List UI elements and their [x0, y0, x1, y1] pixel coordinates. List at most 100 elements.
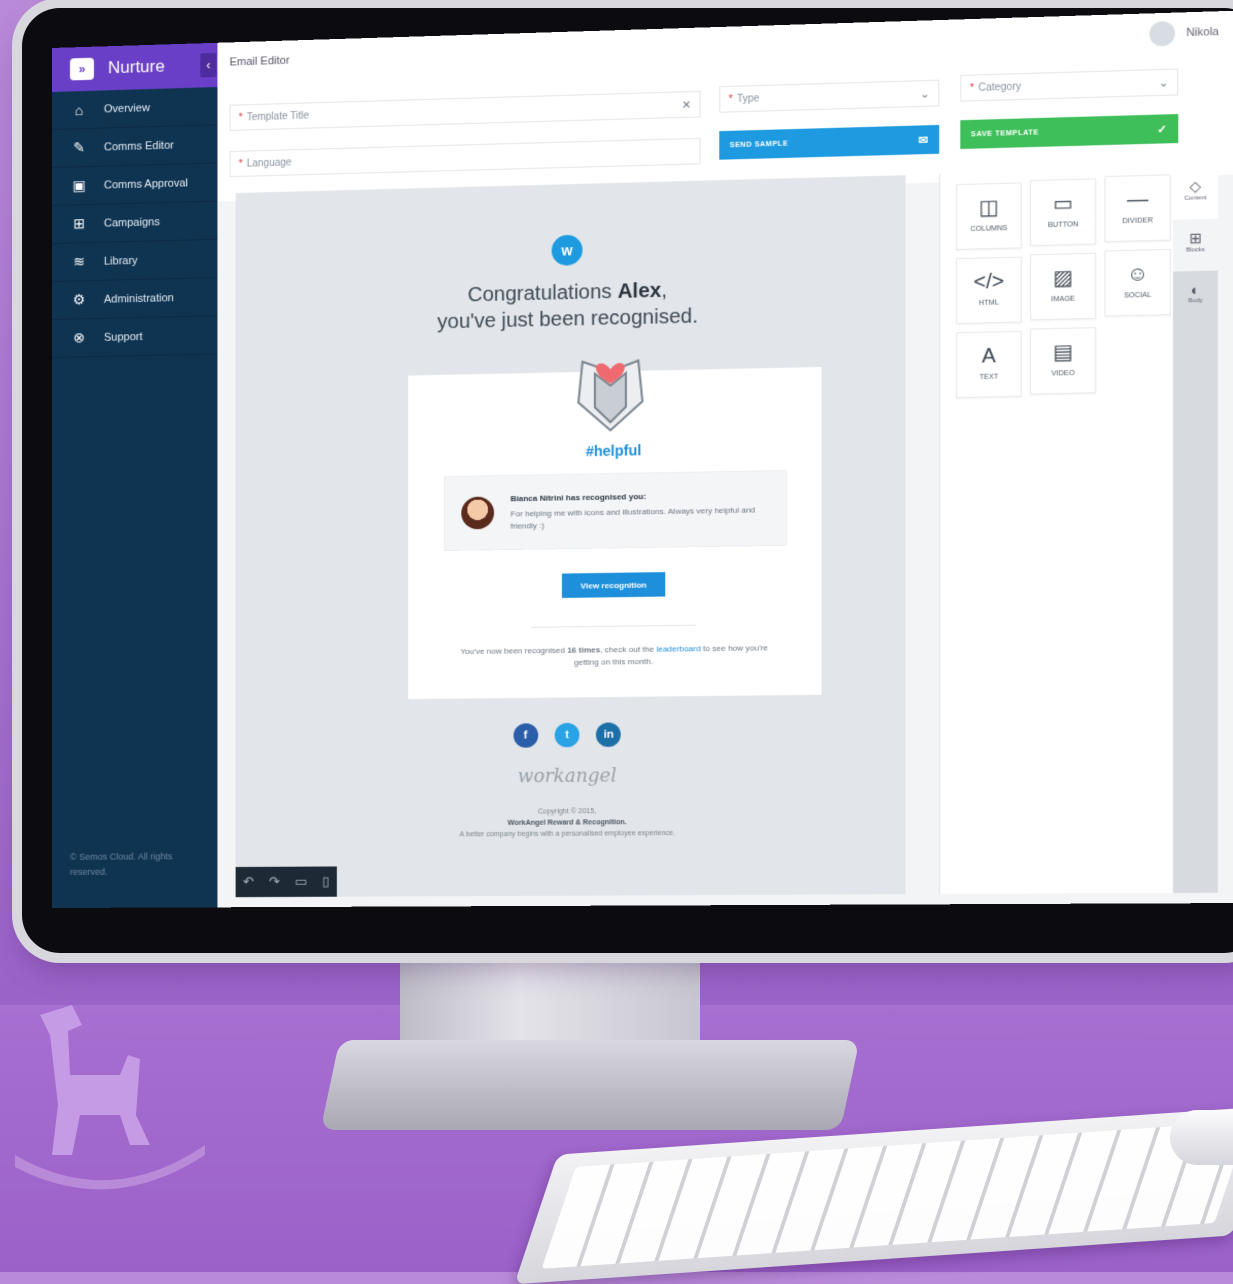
- twitter-icon[interactable]: t: [554, 722, 580, 748]
- sidebar-item-label: Support: [103, 330, 143, 344]
- save-template-label: SAVE TEMPLATE: [970, 128, 1039, 138]
- copyright: Copyright © 2015,: [537, 808, 597, 816]
- block-label: COLUMNS: [970, 225, 1008, 234]
- brand-name: Nurture: [107, 56, 165, 78]
- sidebar-item-label: Library: [103, 254, 138, 268]
- note-middle: , check out the: [600, 644, 657, 655]
- block-label: TEXT: [979, 373, 999, 382]
- workangel-logo-icon: w: [551, 234, 583, 266]
- user-name: Nikola: [1186, 25, 1219, 40]
- block-label: IMAGE: [1051, 295, 1076, 304]
- leaderboard-link[interactable]: leaderboard: [656, 644, 700, 654]
- social-icon: ☺: [1126, 262, 1149, 287]
- clipboard-icon: ▣: [72, 177, 86, 194]
- company-name: WorkAngel Reward & Recognition.: [507, 819, 627, 827]
- video-icon: ▤: [1053, 341, 1074, 365]
- sidebar-item-library[interactable]: ≋ Library: [52, 239, 218, 282]
- block-columns[interactable]: ◫ COLUMNS: [956, 182, 1022, 250]
- type-placeholder: Type: [736, 92, 760, 105]
- note-count: 16 times: [567, 645, 601, 655]
- sidebar: » Nurture ‹ ⌂ Overview ✎ Comms Editor ▣ Com…: [52, 42, 218, 908]
- home-icon: ⌂: [74, 101, 84, 118]
- panel-tabs: ◇ Content ⊞ Blocks ◐ Body: [1172, 166, 1218, 893]
- avatar: [1149, 20, 1176, 47]
- rocking-horse-decoration: [15, 1005, 205, 1190]
- sidebar-item-comms-approval[interactable]: ▣ Comms Approval: [52, 163, 218, 206]
- main-area: Email Editor Nikola * Template Title ✕ *…: [217, 10, 1233, 908]
- monitor-foot: [320, 1040, 860, 1130]
- category-select[interactable]: * Category ⌄: [960, 68, 1179, 102]
- social-links: f t in: [236, 720, 906, 751]
- block-label: SOCIAL: [1123, 291, 1152, 300]
- layers-icon: ≋: [73, 253, 85, 270]
- chevron-down-icon: ⌄: [920, 87, 930, 101]
- code-icon: </>: [973, 270, 1005, 294]
- app-screen: » Nurture ‹ ⌂ Overview ✎ Comms Editor ▣ Com…: [52, 10, 1233, 908]
- brand[interactable]: » Nurture: [52, 42, 218, 92]
- recognition-message: For helping me with icons and illustrati…: [510, 505, 756, 531]
- user-menu[interactable]: Nikola: [1149, 20, 1219, 47]
- recognition-message-box: Bianca Nitrini has recognised you: For h…: [443, 470, 788, 551]
- palette-icon: ◐: [1190, 281, 1200, 299]
- note-prefix: You've now been recognised: [460, 645, 568, 657]
- save-template-button[interactable]: SAVE TEMPLATE ✓: [960, 114, 1179, 150]
- language-input[interactable]: * Language: [229, 137, 701, 178]
- lifebuoy-icon: ⊗: [73, 329, 85, 346]
- tab-content[interactable]: ◇ Content: [1172, 166, 1218, 220]
- headline-prefix: Congratulations: [467, 280, 618, 307]
- desktop-preview-icon[interactable]: ▭: [295, 874, 307, 890]
- page-title: Email Editor: [229, 54, 290, 69]
- divider-icon: —: [1126, 188, 1149, 212]
- sidebar-item-comms-editor[interactable]: ✎ Comms Editor: [52, 125, 218, 168]
- block-image[interactable]: ▨ IMAGE: [1030, 252, 1097, 321]
- grid-icon: ⊞: [1189, 229, 1202, 247]
- nurture-logo-icon: »: [69, 57, 94, 81]
- recognition-count-note: You've now been recognised 16 times, che…: [449, 642, 780, 670]
- send-sample-button[interactable]: SEND SAMPLE ✉: [719, 124, 940, 160]
- block-label: VIDEO: [1051, 369, 1075, 378]
- sidebar-item-label: Overview: [103, 101, 150, 115]
- block-social[interactable]: ☺ SOCIAL: [1104, 248, 1171, 317]
- mobile-preview-icon[interactable]: ▯: [322, 874, 329, 890]
- content-panel: ◫ COLUMNS ▭ BUTTON — DIVIDER </> HTML ▨ …: [939, 168, 1174, 895]
- block-text[interactable]: A TEXT: [956, 330, 1022, 399]
- hashtag: #helpful: [585, 442, 642, 460]
- type-select[interactable]: * Type ⌄: [719, 79, 940, 113]
- block-video[interactable]: ▤ VIDEO: [1030, 327, 1097, 395]
- recognizer-line: Bianca Nitrini has recognised you:: [510, 491, 647, 504]
- language-placeholder: Language: [246, 156, 292, 170]
- collapse-sidebar-button[interactable]: ‹: [200, 52, 217, 78]
- required-marker: *: [238, 111, 243, 124]
- block-html[interactable]: </> HTML: [956, 256, 1022, 325]
- recognizer-avatar: [461, 496, 495, 530]
- view-recognition-button[interactable]: View recognition: [561, 572, 666, 598]
- tab-body[interactable]: ◐ Body: [1173, 271, 1218, 324]
- headline-name: Alex: [617, 279, 662, 304]
- image-icon: ▨: [1053, 266, 1074, 290]
- undo-icon[interactable]: ↶: [243, 874, 254, 890]
- sidebar-item-overview[interactable]: ⌂ Overview: [52, 87, 218, 130]
- block-divider[interactable]: — DIVIDER: [1104, 174, 1171, 243]
- facebook-icon[interactable]: f: [513, 723, 538, 748]
- sidebar-footer: © Semos Cloud. All rights reserved.: [69, 851, 173, 877]
- check-icon: ✓: [1157, 123, 1168, 136]
- chevron-down-icon: ⌄: [1158, 76, 1169, 90]
- block-button[interactable]: ▭ BUTTON: [1030, 178, 1097, 247]
- clear-icon[interactable]: ✕: [682, 98, 692, 112]
- email-footer: Copyright © 2015, WorkAngel Reward & Rec…: [236, 804, 906, 842]
- required-marker: *: [969, 82, 974, 94]
- headline-line2: you've just been recognised.: [437, 305, 698, 334]
- sidebar-item-administration[interactable]: ⚙ Administration: [52, 278, 218, 320]
- redo-icon[interactable]: ↷: [269, 874, 280, 890]
- sidebar-item-support[interactable]: ⊗ Support: [52, 316, 218, 358]
- sidebar-item-campaigns[interactable]: ⊞ Campaigns: [52, 201, 218, 244]
- campaigns-icon: ⊞: [73, 215, 85, 232]
- linkedin-icon[interactable]: in: [596, 722, 622, 748]
- tab-blocks[interactable]: ⊞ Blocks: [1172, 218, 1218, 272]
- sidebar-item-label: Comms Editor: [103, 139, 174, 154]
- shapes-icon: ◇: [1189, 177, 1202, 195]
- tab-label: Content: [1184, 195, 1207, 202]
- email-canvas[interactable]: w Congratulations Alex, you've just been…: [235, 175, 906, 898]
- text-icon: A: [981, 344, 996, 368]
- template-title-input[interactable]: * Template Title ✕: [229, 90, 701, 131]
